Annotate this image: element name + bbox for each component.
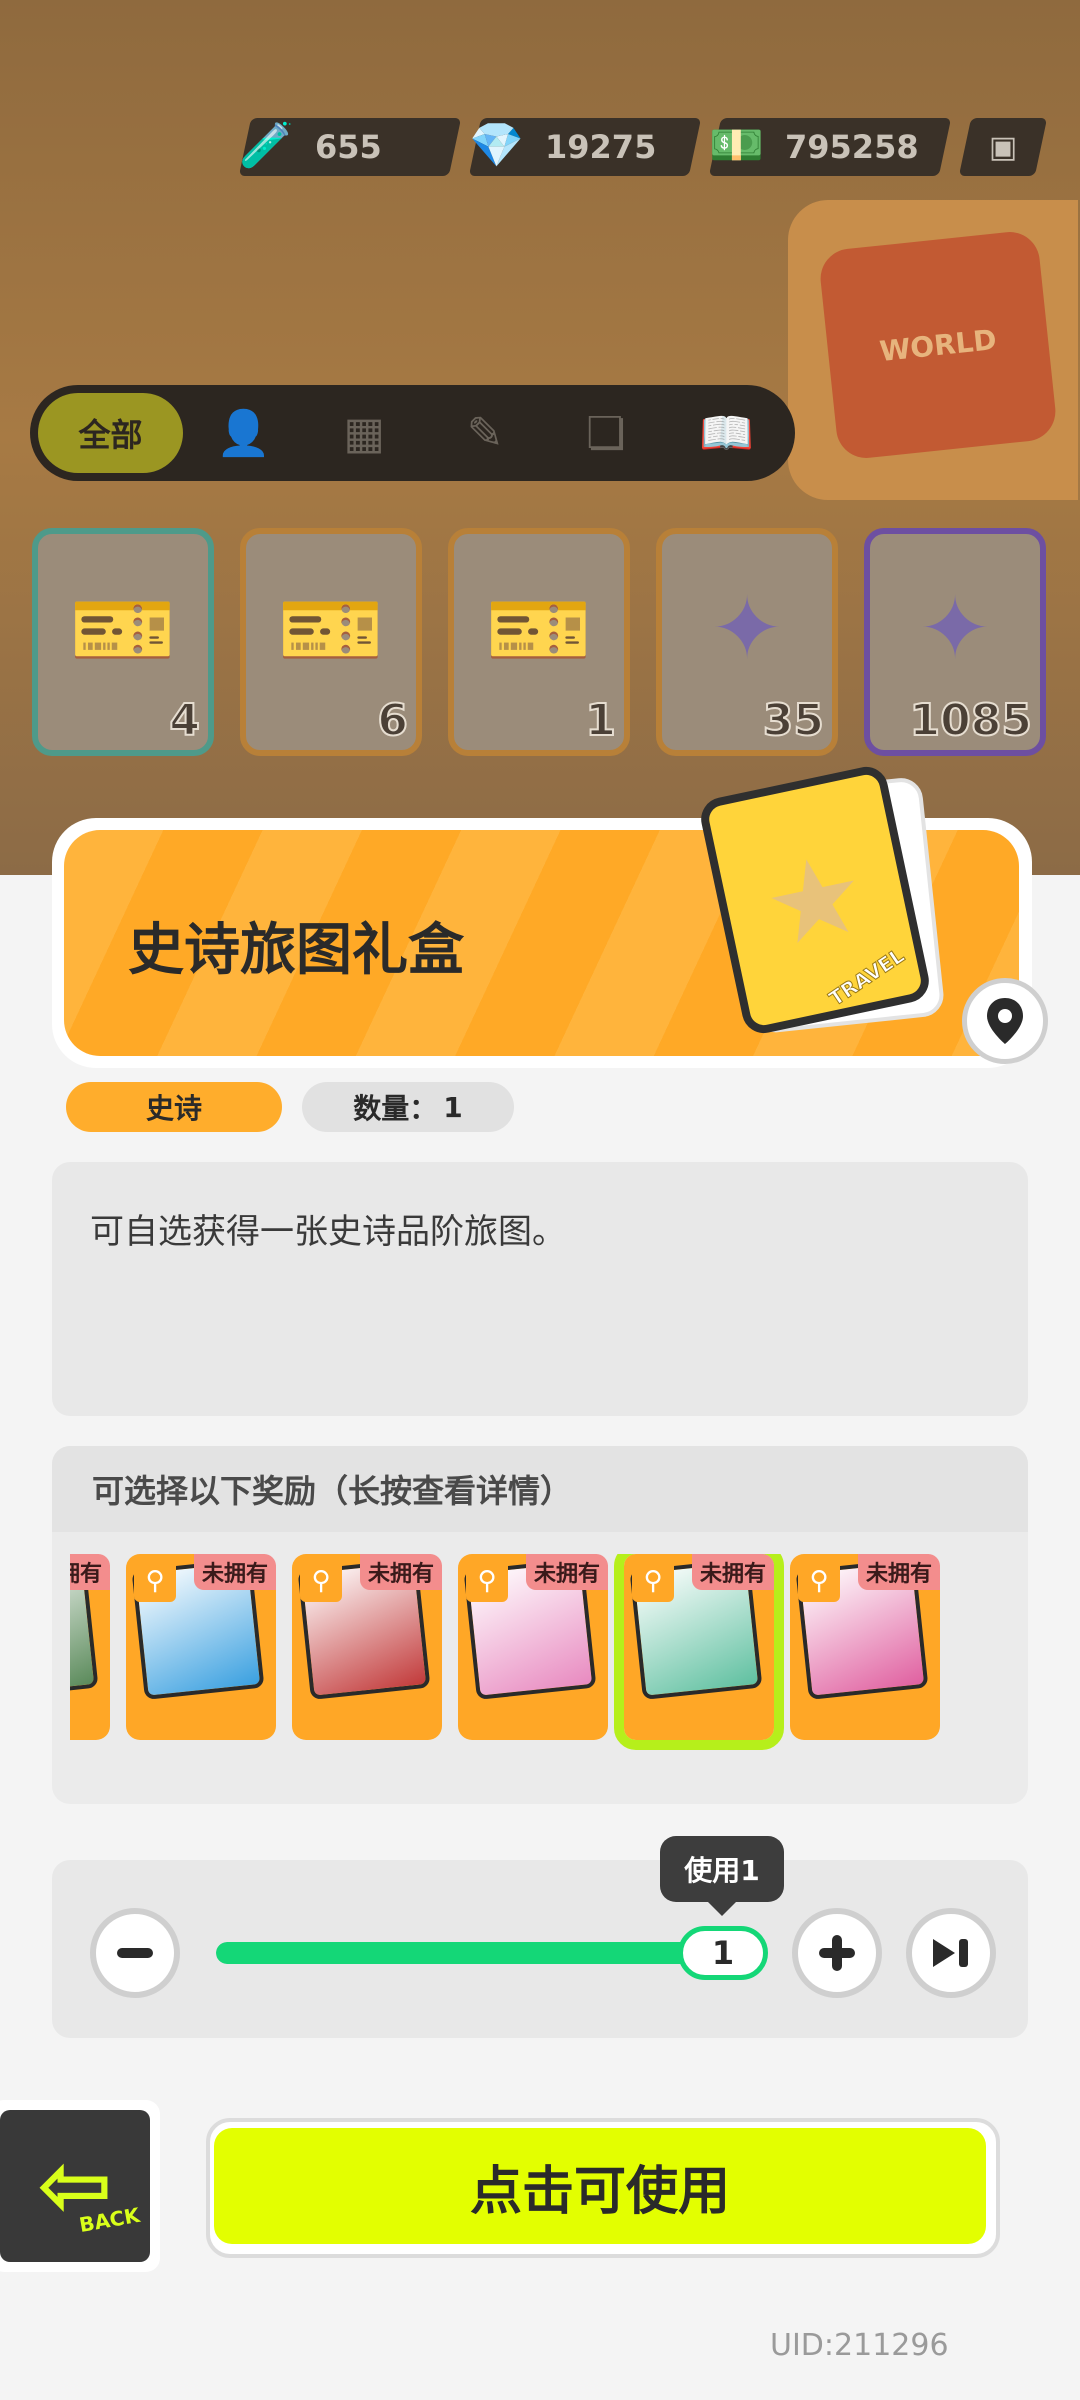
back-button-face: ⇦ BACK xyxy=(0,2110,150,2262)
not-owned-badge: 未拥有 xyxy=(70,1554,110,1590)
potion-icon: 🧪 xyxy=(239,120,294,171)
location-pin-icon xyxy=(987,998,1023,1044)
skip-to-max-icon xyxy=(933,1939,968,1967)
gift-box-icon: ▣ xyxy=(988,129,1018,165)
reward-card[interactable]: ⚲ 未拥有 xyxy=(126,1554,276,1740)
ticket-icon: 🎫 xyxy=(277,579,385,680)
not-owned-badge: 未拥有 xyxy=(691,1554,774,1590)
inventory-item[interactable]: 🎫 4 xyxy=(32,528,214,756)
inventory-item[interactable]: 🎫 6 xyxy=(240,528,422,756)
slider-thumb[interactable]: 1 xyxy=(678,1926,768,1980)
reward-list[interactable]: ⚲未拥有⚲未拥有⚲未拥有⚲未拥有⚲未拥有⚲未拥有 xyxy=(70,1554,1010,1764)
rarity-badge: 史诗 xyxy=(66,1082,282,1132)
not-owned-badge: 未拥有 xyxy=(525,1554,608,1590)
person-icon[interactable]: 👤 xyxy=(183,407,304,459)
reward-selection: 可选择以下奖励（长按查看详情） ⚲未拥有⚲未拥有⚲未拥有⚲未拥有⚲未拥有⚲未拥有 xyxy=(52,1446,1028,1804)
increase-button[interactable] xyxy=(792,1908,882,1998)
box-icon[interactable]: ▦ xyxy=(304,408,425,459)
decrease-button[interactable] xyxy=(90,1908,180,1998)
use-button[interactable]: 点击可使用 xyxy=(214,2128,986,2244)
card-type-icon: ⚲ xyxy=(798,1560,840,1602)
reward-card[interactable]: ⚲ 未拥有 xyxy=(790,1554,940,1740)
brush-icon[interactable]: ✎ xyxy=(425,408,546,459)
plus-icon xyxy=(819,1935,855,1971)
book-icon[interactable]: 📖 xyxy=(666,407,787,459)
not-owned-badge: 未拥有 xyxy=(193,1554,276,1590)
back-button[interactable]: ⇦ BACK xyxy=(0,2100,160,2272)
currency-cash: 💵 795258 xyxy=(708,118,952,176)
cards-icon[interactable]: ❏ xyxy=(545,408,666,459)
filter-tab-all[interactable]: 全部 xyxy=(38,393,183,473)
locate-button[interactable] xyxy=(962,978,1048,1064)
card-type-icon: ⚲ xyxy=(134,1560,176,1602)
star-icon: ✦ xyxy=(918,579,992,679)
ticket-icon: 🎫 xyxy=(485,579,593,680)
inventory-item[interactable]: ✦ 35 xyxy=(656,528,838,756)
world-card-label: WORLD xyxy=(817,229,1059,461)
quantity-badge: 数量： 1 xyxy=(302,1082,514,1132)
diamond-icon: 💎 xyxy=(469,120,524,171)
not-owned-badge: 未拥有 xyxy=(857,1554,940,1590)
gift-box-button[interactable]: ▣ xyxy=(958,118,1048,176)
user-id: UID:211296 xyxy=(770,2328,949,2363)
reward-card[interactable]: ⚲ 未拥有 xyxy=(458,1554,608,1740)
item-description: 可自选获得一张史诗品阶旅图。 xyxy=(90,1212,566,1252)
card-type-icon: ⚲ xyxy=(632,1560,674,1602)
ticket-icon: 🎫 xyxy=(69,579,177,680)
max-button[interactable] xyxy=(906,1908,996,1998)
inventory-item[interactable]: 🎫 1 xyxy=(448,528,630,756)
reward-card[interactable]: ⚲ 未拥有 xyxy=(614,1554,784,1750)
card-type-icon: ⚲ xyxy=(300,1560,342,1602)
card-type-icon: ⚲ xyxy=(466,1560,508,1602)
cash-icon: 💵 xyxy=(709,120,764,171)
currency-diamond: 💎 19275 xyxy=(468,118,702,176)
reward-heading: 可选择以下奖励（长按查看详情） xyxy=(52,1446,1028,1532)
star-icon: ✦ xyxy=(710,579,784,679)
currency-bar: 🧪 655 💎 19275 💵 795258 ▣ xyxy=(238,118,1048,176)
reward-card[interactable]: ⚲未拥有 xyxy=(70,1554,110,1740)
world-card[interactable]: WORLD xyxy=(788,200,1078,500)
reward-card[interactable]: ⚲ 未拥有 xyxy=(292,1554,442,1740)
quantity-value: 1 xyxy=(443,1090,463,1124)
background-inventory: 🧪 655 💎 19275 💵 795258 ▣ WORLD 全部 👤 ▦ ✎ … xyxy=(0,0,1080,875)
filter-bar: 全部 👤 ▦ ✎ ❏ 📖 xyxy=(30,385,795,481)
currency-potion: 🧪 655 xyxy=(238,118,462,176)
star-icon: ★ xyxy=(753,827,877,973)
quantity-label: 数量： xyxy=(353,1092,438,1125)
reward-track: ⚲未拥有⚲未拥有⚲未拥有⚲未拥有⚲未拥有⚲未拥有 xyxy=(70,1554,940,1750)
minus-icon xyxy=(117,1948,153,1958)
inventory-row: 🎫 4 🎫 6 🎫 1 ✦ 35 ✦ 1085 xyxy=(32,528,1046,756)
item-title: 史诗旅图礼盒 xyxy=(128,918,464,983)
not-owned-badge: 未拥有 xyxy=(359,1554,442,1590)
description-box: 可自选获得一张史诗品阶旅图。 xyxy=(52,1162,1028,1416)
inventory-item[interactable]: ✦ 1085 xyxy=(864,528,1046,756)
use-tooltip: 使用1 xyxy=(660,1836,784,1916)
